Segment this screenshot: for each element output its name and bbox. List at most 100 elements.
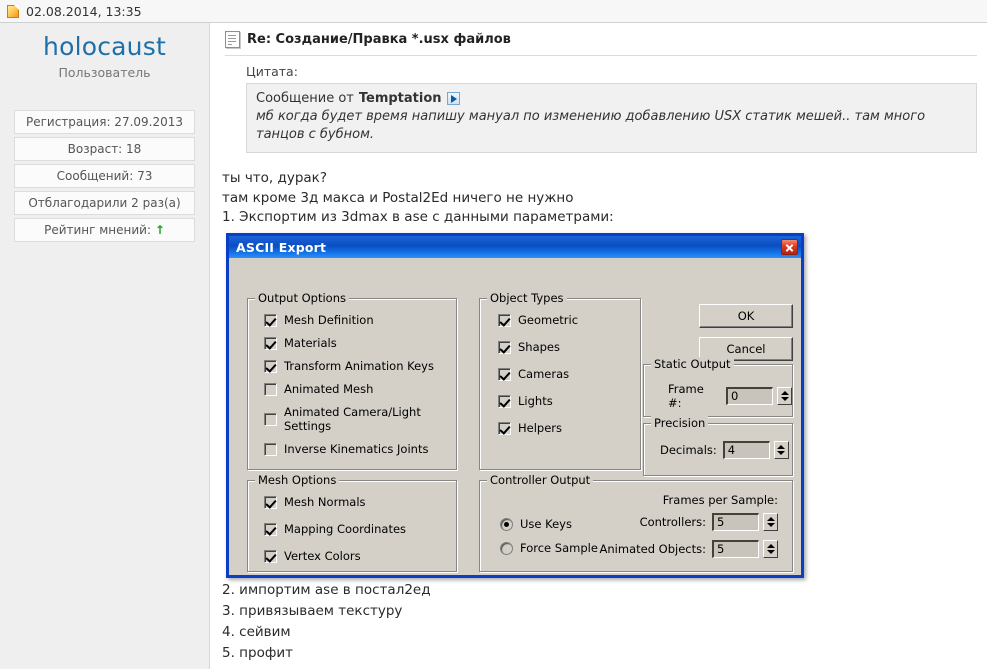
frame-number-label: Frame #: xyxy=(668,382,704,410)
checkbox-icon[interactable] xyxy=(264,336,277,350)
checkbox-icon[interactable] xyxy=(264,549,277,563)
post-line-3: 1. Экспортим из 3dmax в ase с данными па… xyxy=(222,209,614,226)
radio-icon[interactable] xyxy=(500,517,513,531)
quote-from-prefix: Сообщение от xyxy=(256,91,354,106)
checkbox-cameras[interactable]: Cameras xyxy=(498,367,640,381)
animated-objects-stepper[interactable]: 5 xyxy=(712,540,778,558)
checkbox-label: Materials xyxy=(284,336,337,350)
frame-number-input[interactable]: 0 xyxy=(726,387,773,405)
frame-number-stepper[interactable]: 0 xyxy=(726,387,792,405)
radio-use-keys[interactable]: Use Keys xyxy=(500,517,598,531)
checkbox-label: Animated Camera/Light Settings xyxy=(284,405,421,433)
checkbox-inverse-kinematics-joints[interactable]: Inverse Kinematics Joints xyxy=(264,442,456,456)
stat-rating-label: Рейтинг мнений: xyxy=(44,222,152,237)
decimals-label: Decimals: xyxy=(660,443,717,457)
stat-age: Возраст: 18 xyxy=(14,136,195,161)
stat-rating: Рейтинг мнений: ↑ xyxy=(14,217,195,242)
checkbox-icon[interactable] xyxy=(498,313,511,327)
mesh-options-title: Mesh Options xyxy=(255,473,340,487)
checkbox-label: Shapes xyxy=(518,340,561,354)
frame-number-spinner-icon[interactable] xyxy=(777,387,792,405)
post-date-bar: 02.08.2014, 13:35 xyxy=(0,0,987,23)
forum-post-page: 02.08.2014, 13:35 holocaust Пользователь… xyxy=(0,0,987,669)
radio-label: Force Sample xyxy=(520,541,598,555)
close-icon[interactable] xyxy=(781,239,798,255)
post-date: 02.08.2014, 13:35 xyxy=(26,3,142,19)
checkbox-shapes[interactable]: Shapes xyxy=(498,340,640,354)
decimals-spinner-icon[interactable] xyxy=(773,441,789,459)
static-output-title: Static Output xyxy=(651,357,734,371)
checkbox-icon[interactable] xyxy=(498,340,511,354)
mesh-options-group: Mesh Options Mesh Normals Mapping Coordi… xyxy=(247,473,457,572)
checkbox-lights[interactable]: Lights xyxy=(498,394,640,408)
checkbox-icon[interactable] xyxy=(264,495,277,509)
radio-label: Use Keys xyxy=(520,517,572,531)
post-line-2: там кроме 3д макса и Postal2Ed ничего не… xyxy=(222,189,574,206)
rating-up-arrow-icon: ↑ xyxy=(154,222,165,237)
checkbox-label: Mesh Normals xyxy=(284,495,366,509)
stat-thanks: Отблагодарили 2 раз(а) xyxy=(14,190,195,215)
controllers-input[interactable]: 5 xyxy=(712,513,759,531)
checkbox-mesh-normals[interactable]: Mesh Normals xyxy=(264,495,456,509)
checkbox-icon[interactable] xyxy=(498,421,511,435)
checkbox-animated-mesh[interactable]: Animated Mesh xyxy=(264,382,456,396)
checkbox-helpers[interactable]: Helpers xyxy=(498,421,640,435)
animated-objects-label: Animated Objects: xyxy=(599,542,706,556)
checkbox-label: Inverse Kinematics Joints xyxy=(284,442,429,456)
checkbox-icon[interactable] xyxy=(264,442,277,456)
post-body: ты что, дурак? там кроме 3д макса и Post… xyxy=(222,169,977,228)
decimals-stepper[interactable]: 4 xyxy=(722,441,789,459)
quote-author[interactable]: Temptation xyxy=(359,91,442,106)
controllers-spinner-icon[interactable] xyxy=(763,513,778,531)
checkbox-icon[interactable] xyxy=(264,382,277,396)
post-tail-line-3: 4. сейвим xyxy=(222,623,291,640)
checkbox-label: Transform Animation Keys xyxy=(284,359,434,373)
checkbox-materials[interactable]: Materials xyxy=(264,336,456,350)
stat-registration: Регистрация: 27.09.2013 xyxy=(14,109,195,134)
checkbox-mapping-coordinates[interactable]: Mapping Coordinates xyxy=(264,522,456,536)
decimals-input[interactable]: 4 xyxy=(722,441,770,459)
checkbox-label: Mesh Definition xyxy=(284,313,374,327)
checkbox-icon[interactable] xyxy=(498,394,511,408)
checkbox-label: Animated Mesh xyxy=(284,382,374,396)
radio-icon[interactable] xyxy=(500,541,513,555)
checkbox-geometric[interactable]: Geometric xyxy=(498,313,640,327)
quote-label: Цитата: xyxy=(246,64,298,79)
post-tail-line-1: 2. импортим ase в постал2ед xyxy=(222,581,431,598)
post-tail-line-2: 3. привязываем текстуру xyxy=(222,602,403,619)
title-divider xyxy=(225,55,977,56)
user-stats: Регистрация: 27.09.2013 Возраст: 18 Сооб… xyxy=(14,109,195,242)
frames-per-sample-label: Frames per Sample: xyxy=(662,493,778,507)
animated-objects-input[interactable]: 5 xyxy=(712,540,759,558)
post-tail-line-4: 5. профит xyxy=(222,644,294,661)
output-options-group: Output Options Mesh Definition Materials… xyxy=(247,291,457,470)
quote-section: Цитата: Сообщение от Temptation мб когда… xyxy=(222,64,977,154)
checkbox-icon[interactable] xyxy=(264,522,277,536)
ok-button[interactable]: OK xyxy=(699,304,793,328)
checkbox-transform-animation-keys[interactable]: Transform Animation Keys xyxy=(264,359,456,373)
checkbox-vertex-colors[interactable]: Vertex Colors xyxy=(264,549,456,563)
username[interactable]: holocaust xyxy=(0,33,209,61)
output-options-title: Output Options xyxy=(255,291,349,305)
page-icon xyxy=(7,4,19,18)
checkbox-label: Helpers xyxy=(518,421,563,435)
checkbox-label: Geometric xyxy=(518,313,579,327)
checkbox-label: Cameras xyxy=(518,367,570,381)
animated-objects-spinner-icon[interactable] xyxy=(763,540,778,558)
checkbox-icon[interactable] xyxy=(264,359,277,373)
jump-to-post-icon[interactable] xyxy=(446,92,460,105)
controllers-stepper[interactable]: 5 xyxy=(712,513,778,531)
dialog-titlebar[interactable]: ASCII Export xyxy=(229,236,801,258)
checkbox-icon[interactable] xyxy=(264,412,277,426)
checkbox-mesh-definition[interactable]: Mesh Definition xyxy=(264,313,456,327)
object-types-title: Object Types xyxy=(487,291,567,305)
page-title: Re: Создание/Правка *.usx файлов xyxy=(247,32,511,47)
post-line-1: ты что, дурак? xyxy=(222,170,327,187)
checkbox-icon[interactable] xyxy=(498,367,511,381)
quote-box: Сообщение от Temptation мб когда будет в… xyxy=(246,83,977,154)
checkbox-icon[interactable] xyxy=(264,313,277,327)
radio-force-sample[interactable]: Force Sample xyxy=(500,541,598,555)
stat-messages: Сообщений: 73 xyxy=(14,163,195,188)
checkbox-animated-camera-light-settings[interactable]: Animated Camera/Light Settings xyxy=(264,405,456,433)
precision-group: Precision Decimals: 4 xyxy=(643,416,793,476)
